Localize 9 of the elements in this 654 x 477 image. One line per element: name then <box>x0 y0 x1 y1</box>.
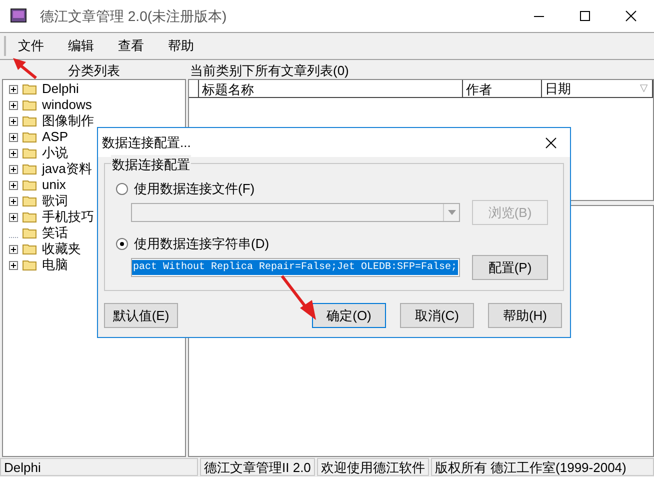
panel-header: 当前类别下所有文章列表(0) <box>189 62 350 79</box>
status-panel: 版权所有 德江工作室(1999-2004) <box>430 458 654 476</box>
status-panel: 德江文章管理II 2.0 <box>200 458 315 476</box>
dialog-title: 数据连接配置... <box>102 134 191 152</box>
sort-icon: ▽ <box>640 81 648 96</box>
panel-header: 分类列表 <box>68 62 120 79</box>
window-title: 德江文章管理 2.0(未注册版本) <box>40 6 227 26</box>
status-panel: 欢迎使用德江软件 <box>316 458 429 476</box>
status-panel: Delphi <box>0 458 198 476</box>
